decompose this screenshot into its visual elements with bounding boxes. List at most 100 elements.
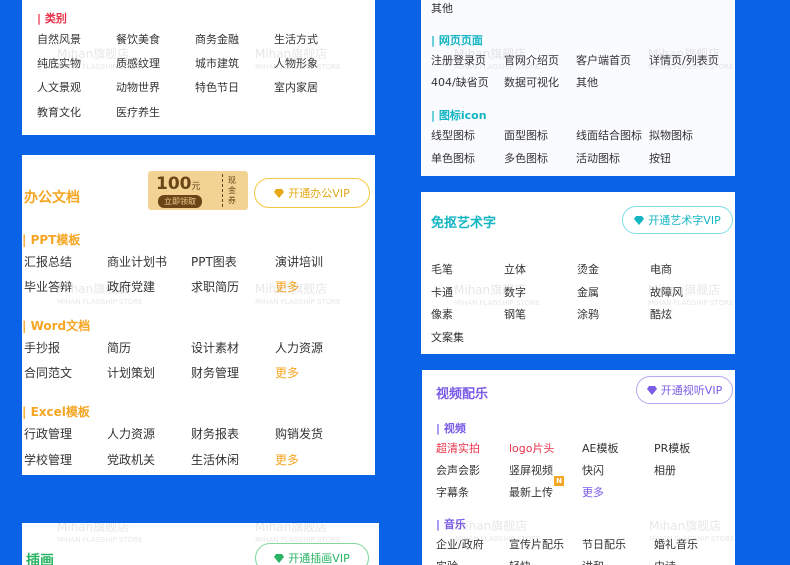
- video-vip-button[interactable]: 开通视听VIP: [636, 376, 733, 404]
- coupon-unit: 元: [191, 182, 201, 192]
- video-item[interactable]: 最新上传: [509, 484, 553, 500]
- music-item[interactable]: 讲和: [582, 558, 604, 565]
- video-item[interactable]: 字幕条: [436, 484, 469, 500]
- category-item[interactable]: 医疗养生: [116, 104, 160, 120]
- coupon-tag: 现金券: [228, 176, 236, 205]
- ui-item[interactable]: 其他: [431, 0, 453, 16]
- art-text-card: 免抠艺术字 开通艺术字VIP 毛笔 立体 烫金 电商 卡通 数字 金属 故障风 …: [421, 192, 735, 354]
- video-music-title: 视频配乐: [436, 387, 489, 402]
- diamond-icon: [646, 385, 657, 395]
- art-item[interactable]: 金属: [577, 284, 599, 300]
- art-item[interactable]: 数字: [504, 284, 526, 300]
- art-item[interactable]: 文案集: [431, 329, 464, 345]
- office-item[interactable]: 生活休闲: [191, 451, 239, 468]
- art-item[interactable]: 卡通: [431, 284, 453, 300]
- art-item[interactable]: 钢笔: [504, 306, 526, 322]
- more-link[interactable]: 更多: [275, 364, 299, 381]
- ui-item[interactable]: 官网介绍页: [504, 52, 559, 68]
- ui-item[interactable]: 其他: [576, 74, 598, 90]
- office-vip-button[interactable]: 开通办公VIP: [254, 178, 370, 208]
- ui-item[interactable]: 活动图标: [576, 150, 620, 166]
- art-item[interactable]: 故障风: [650, 284, 683, 300]
- art-item[interactable]: 酷炫: [650, 306, 672, 322]
- category-item[interactable]: 自然风景: [37, 31, 81, 47]
- more-link[interactable]: 更多: [275, 451, 299, 468]
- art-item[interactable]: 涂鸦: [577, 306, 599, 322]
- music-item[interactable]: 史诗: [654, 558, 676, 565]
- video-item[interactable]: logo片头: [509, 440, 555, 456]
- more-link[interactable]: 更多: [275, 278, 299, 295]
- section-title-video: | 视频: [436, 422, 466, 435]
- ui-item[interactable]: 线型图标: [431, 127, 475, 143]
- category-item[interactable]: 人文景观: [37, 79, 81, 95]
- office-item[interactable]: 合同范文: [24, 364, 72, 381]
- category-item[interactable]: 质感纹理: [116, 55, 160, 71]
- office-item[interactable]: 简历: [107, 339, 131, 356]
- office-item[interactable]: 商业计划书: [107, 253, 167, 270]
- music-item[interactable]: 宣传片配乐: [509, 536, 564, 552]
- category-item[interactable]: 餐饮美食: [116, 31, 160, 47]
- music-item[interactable]: 节日配乐: [582, 536, 626, 552]
- ui-item[interactable]: 数据可视化: [504, 74, 559, 90]
- category-item[interactable]: 动物世界: [116, 79, 160, 95]
- ui-item[interactable]: 注册登录页: [431, 52, 486, 68]
- category-item[interactable]: 教育文化: [37, 104, 81, 120]
- art-item[interactable]: 毛笔: [431, 261, 453, 277]
- ui-item[interactable]: 404/缺省页: [431, 74, 489, 90]
- office-card: 办公文档 100元 立即领取 现金券 开通办公VIP | PPT模板 汇报总结 …: [22, 155, 375, 475]
- category-item[interactable]: 城市建筑: [195, 55, 239, 71]
- ui-card: 其他 | 网页页面 注册登录页 官网介绍页 客户端首页 详情页/列表页 404/…: [421, 0, 735, 176]
- video-item[interactable]: AE模板: [582, 440, 618, 456]
- category-item[interactable]: 商务金融: [195, 31, 239, 47]
- music-item[interactable]: 婚礼音乐: [654, 536, 698, 552]
- ui-item[interactable]: 线面结合图标: [576, 127, 642, 143]
- music-item[interactable]: 企业/政府: [436, 536, 484, 552]
- video-item[interactable]: 快闪: [582, 462, 604, 478]
- art-text-vip-button[interactable]: 开通艺术字VIP: [622, 206, 733, 234]
- ui-item[interactable]: 客户端首页: [576, 52, 631, 68]
- ui-item[interactable]: 面型图标: [504, 127, 548, 143]
- category-item[interactable]: 纯底实物: [37, 55, 81, 71]
- office-item[interactable]: 设计素材: [191, 339, 239, 356]
- art-item[interactable]: 烫金: [577, 261, 599, 277]
- illustration-card: 插画 开通插画VIP Mihan旗舰店 MIHAN FLAGSHIP STORE …: [22, 523, 379, 565]
- office-item[interactable]: 毕业答辩: [24, 278, 72, 295]
- video-item[interactable]: 会声会影: [436, 462, 480, 478]
- ui-item[interactable]: 按钮: [649, 150, 671, 166]
- category-item[interactable]: 生活方式: [274, 31, 318, 47]
- more-link[interactable]: 更多: [582, 484, 604, 500]
- office-item[interactable]: 政府党建: [107, 278, 155, 295]
- ui-item[interactable]: 详情页/列表页: [649, 52, 719, 68]
- art-item[interactable]: 像素: [431, 306, 453, 322]
- ui-item[interactable]: 单色图标: [431, 150, 475, 166]
- video-item[interactable]: 竖屏视频: [509, 462, 553, 478]
- office-item[interactable]: 财务管理: [191, 364, 239, 381]
- music-item[interactable]: 实验: [436, 558, 458, 565]
- office-item[interactable]: 求职简历: [191, 278, 239, 295]
- category-item[interactable]: 人物形象: [274, 55, 318, 71]
- office-item[interactable]: 汇报总结: [24, 253, 72, 270]
- music-item[interactable]: 轻快: [509, 558, 531, 565]
- illustration-vip-button[interactable]: 开通插画VIP: [255, 543, 369, 565]
- category-item[interactable]: 室内家居: [274, 79, 318, 95]
- office-item[interactable]: 人力资源: [275, 339, 323, 356]
- office-item[interactable]: 手抄报: [24, 339, 60, 356]
- office-item[interactable]: 购销发货: [275, 425, 323, 442]
- office-item[interactable]: 计划策划: [107, 364, 155, 381]
- video-item[interactable]: PR模板: [654, 440, 690, 456]
- office-item[interactable]: 演讲培训: [275, 253, 323, 270]
- office-item[interactable]: 人力资源: [107, 425, 155, 442]
- office-item[interactable]: 党政机关: [107, 451, 155, 468]
- office-item[interactable]: 财务报表: [191, 425, 239, 442]
- ui-item[interactable]: 拟物图标: [649, 127, 693, 143]
- category-item[interactable]: 特色节日: [195, 79, 239, 95]
- office-item[interactable]: 行政管理: [24, 425, 72, 442]
- cash-coupon[interactable]: 100元 立即领取 现金券: [148, 171, 248, 210]
- video-item[interactable]: 超清实拍: [436, 440, 480, 456]
- video-item[interactable]: 相册: [654, 462, 676, 478]
- office-item[interactable]: 学校管理: [24, 451, 72, 468]
- art-item[interactable]: 电商: [650, 261, 672, 277]
- office-item[interactable]: PPT图表: [191, 253, 237, 270]
- ui-item[interactable]: 多色图标: [504, 150, 548, 166]
- art-item[interactable]: 立体: [504, 261, 526, 277]
